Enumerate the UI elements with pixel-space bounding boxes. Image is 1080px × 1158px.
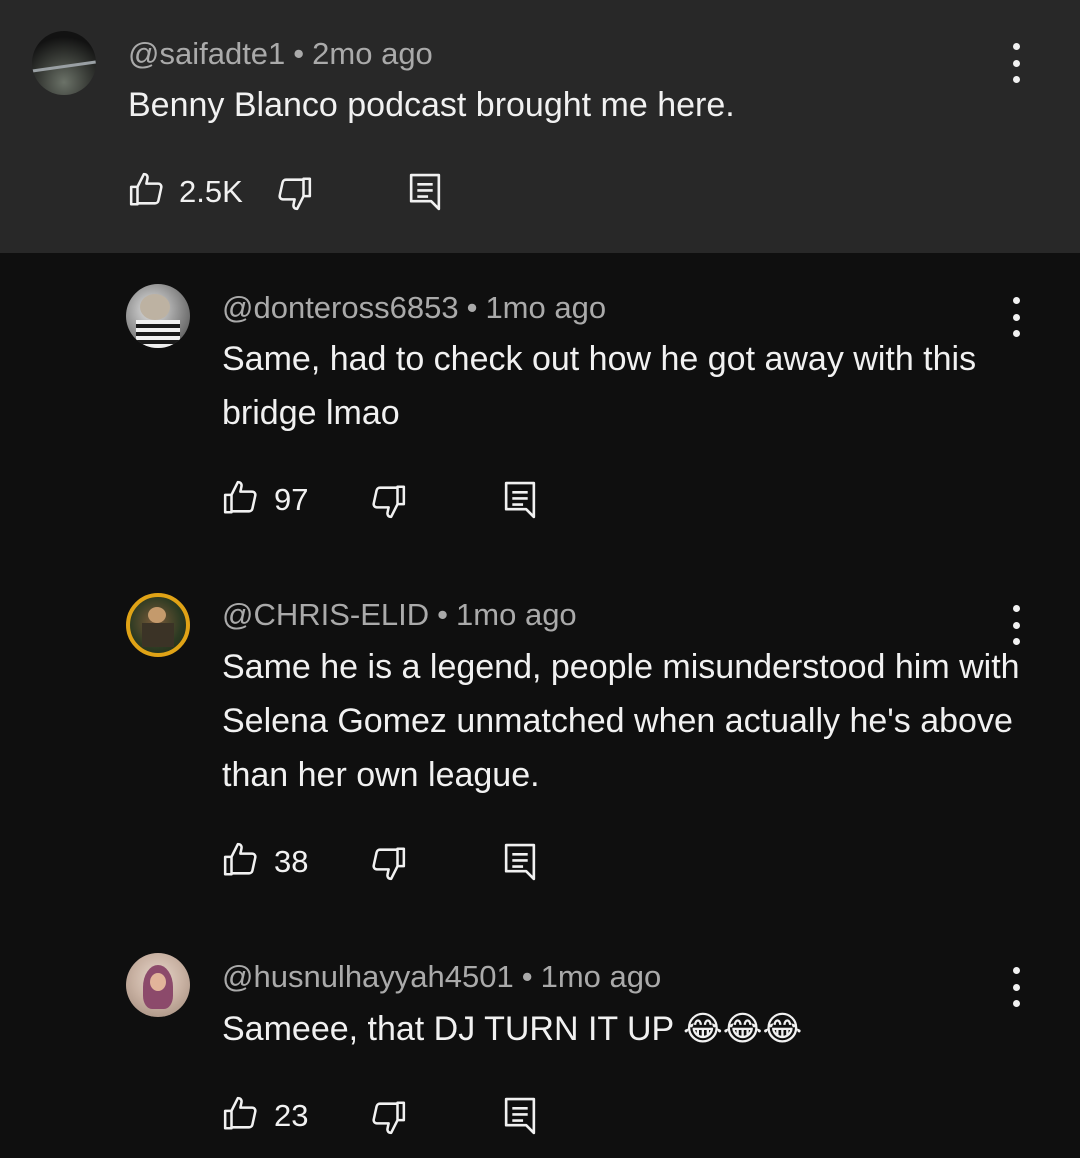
reply-button[interactable] (408, 172, 442, 212)
reply-button[interactable] (503, 1096, 537, 1136)
thumbs-up-icon (223, 480, 257, 514)
comment-text: Same he is a legend, people misunderstoo… (222, 648, 1020, 794)
comment-thread-highlighted: @saifadte1 • 2mo ago Benny Blanco podcast … (0, 0, 1080, 253)
dislike-button[interactable] (275, 173, 313, 213)
avatar[interactable] (126, 284, 190, 348)
dislike-button[interactable] (369, 1097, 407, 1137)
thumbs-up-icon (223, 1096, 257, 1130)
thumbs-down-icon (372, 1101, 406, 1135)
comment-reply: @donteross6853 • 1mo ago Same, had to chec… (0, 253, 1080, 553)
like-button[interactable] (128, 170, 166, 210)
avatar[interactable] (32, 31, 96, 95)
like-count: 2.5K (179, 174, 243, 209)
avatar[interactable] (126, 953, 190, 1017)
reply-comment-icon (504, 1097, 536, 1135)
like-button[interactable] (222, 840, 260, 880)
comment-time[interactable]: 1mo ago (485, 290, 606, 325)
author-name[interactable]: @saifadte1 (128, 36, 285, 71)
meta-separator: • (521, 959, 533, 994)
thumbs-down-icon (372, 485, 406, 519)
like-count: 97 (274, 482, 309, 517)
more-vertical-icon[interactable] (1001, 297, 1031, 337)
reply-comment-icon (409, 173, 441, 211)
meta-separator: • (293, 36, 305, 71)
comment-meta: @CHRIS-ELID • 1mo ago (222, 597, 577, 633)
more-vertical-icon[interactable] (1001, 605, 1031, 645)
comment-reply: @husnulhayyah4501 • 1mo ago Sameee, that D… (0, 922, 1080, 1158)
thumbs-up-icon (129, 172, 163, 206)
comment-text: Same, had to check out how he got away w… (222, 340, 977, 432)
thumbs-down-icon (372, 847, 406, 881)
dislike-button[interactable] (369, 481, 407, 521)
dislike-button[interactable] (369, 843, 407, 883)
thumbs-up-icon (223, 842, 257, 876)
reply-comment-icon (504, 481, 536, 519)
author-name[interactable]: @donteross6853 (222, 290, 459, 325)
like-count: 23 (274, 1098, 309, 1133)
reply-comment-icon (504, 843, 536, 881)
meta-separator: • (437, 597, 449, 632)
reply-button[interactable] (503, 480, 537, 520)
reply-button[interactable] (503, 842, 537, 882)
author-name[interactable]: @CHRIS-ELID (222, 597, 429, 632)
comment-reply: @CHRIS-ELID • 1mo ago Same he is a legend,… (0, 560, 1080, 920)
more-vertical-icon[interactable] (1001, 967, 1031, 1007)
comment-time[interactable]: 1mo ago (541, 959, 662, 994)
like-button[interactable] (222, 1094, 260, 1134)
comment-time[interactable]: 1mo ago (456, 597, 577, 632)
comment-text: Sameee, that DJ TURN IT UP 😂😂😂 (222, 1010, 803, 1048)
comment-meta: @husnulhayyah4501 • 1mo ago (222, 959, 661, 995)
comment-meta: @donteross6853 • 1mo ago (222, 290, 606, 326)
meta-separator: • (466, 290, 478, 325)
comment-time[interactable]: 2mo ago (312, 36, 433, 71)
avatar[interactable] (126, 593, 190, 657)
comment-meta: @saifadte1 • 2mo ago (128, 36, 433, 72)
like-button[interactable] (222, 478, 260, 518)
author-name[interactable]: @husnulhayyah4501 (222, 959, 514, 994)
thumbs-down-icon (278, 177, 312, 211)
comment-text: Benny Blanco podcast brought me here. (128, 86, 735, 124)
like-count: 38 (274, 844, 309, 879)
more-vertical-icon[interactable] (1001, 43, 1031, 83)
